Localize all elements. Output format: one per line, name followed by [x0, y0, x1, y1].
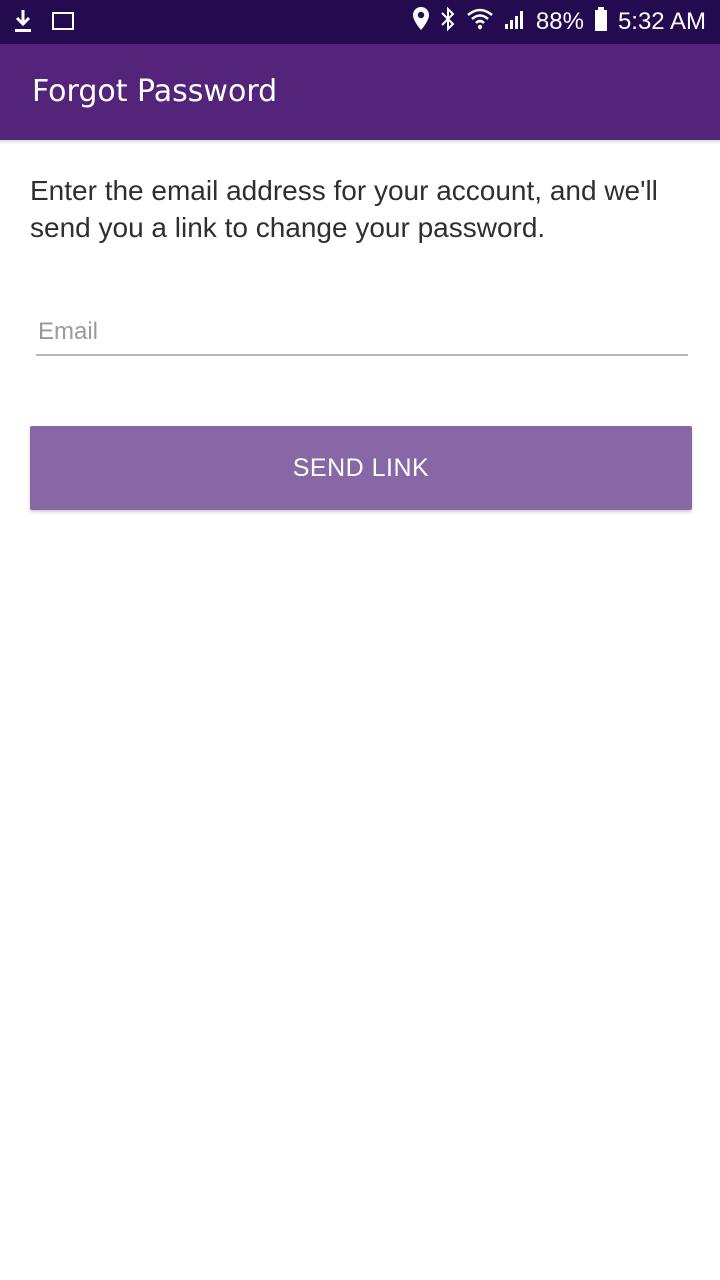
email-field[interactable] — [36, 316, 688, 356]
status-bar-left-icons — [12, 8, 76, 38]
status-time: 5:32 AM — [617, 8, 706, 35]
instruction-text: Enter the email address for your account… — [30, 175, 658, 243]
page-title: Forgot Password — [32, 74, 278, 109]
status-bar-right: 88% 5:32 AM — [412, 0, 706, 44]
bluetooth-icon — [440, 6, 456, 39]
wifi-icon — [466, 7, 494, 38]
battery-percentage: 88% — [535, 8, 584, 35]
screenshot-icon — [50, 8, 76, 38]
app-bar-shadow — [0, 140, 720, 144]
signal-icon — [504, 8, 526, 37]
location-icon — [412, 6, 430, 39]
battery-icon — [594, 6, 608, 39]
app-bar: Forgot Password — [0, 44, 720, 140]
send-link-button[interactable]: SEND LINK — [30, 426, 692, 510]
download-icon — [12, 8, 34, 38]
status-bar: 88% 5:32 AM — [0, 0, 720, 44]
